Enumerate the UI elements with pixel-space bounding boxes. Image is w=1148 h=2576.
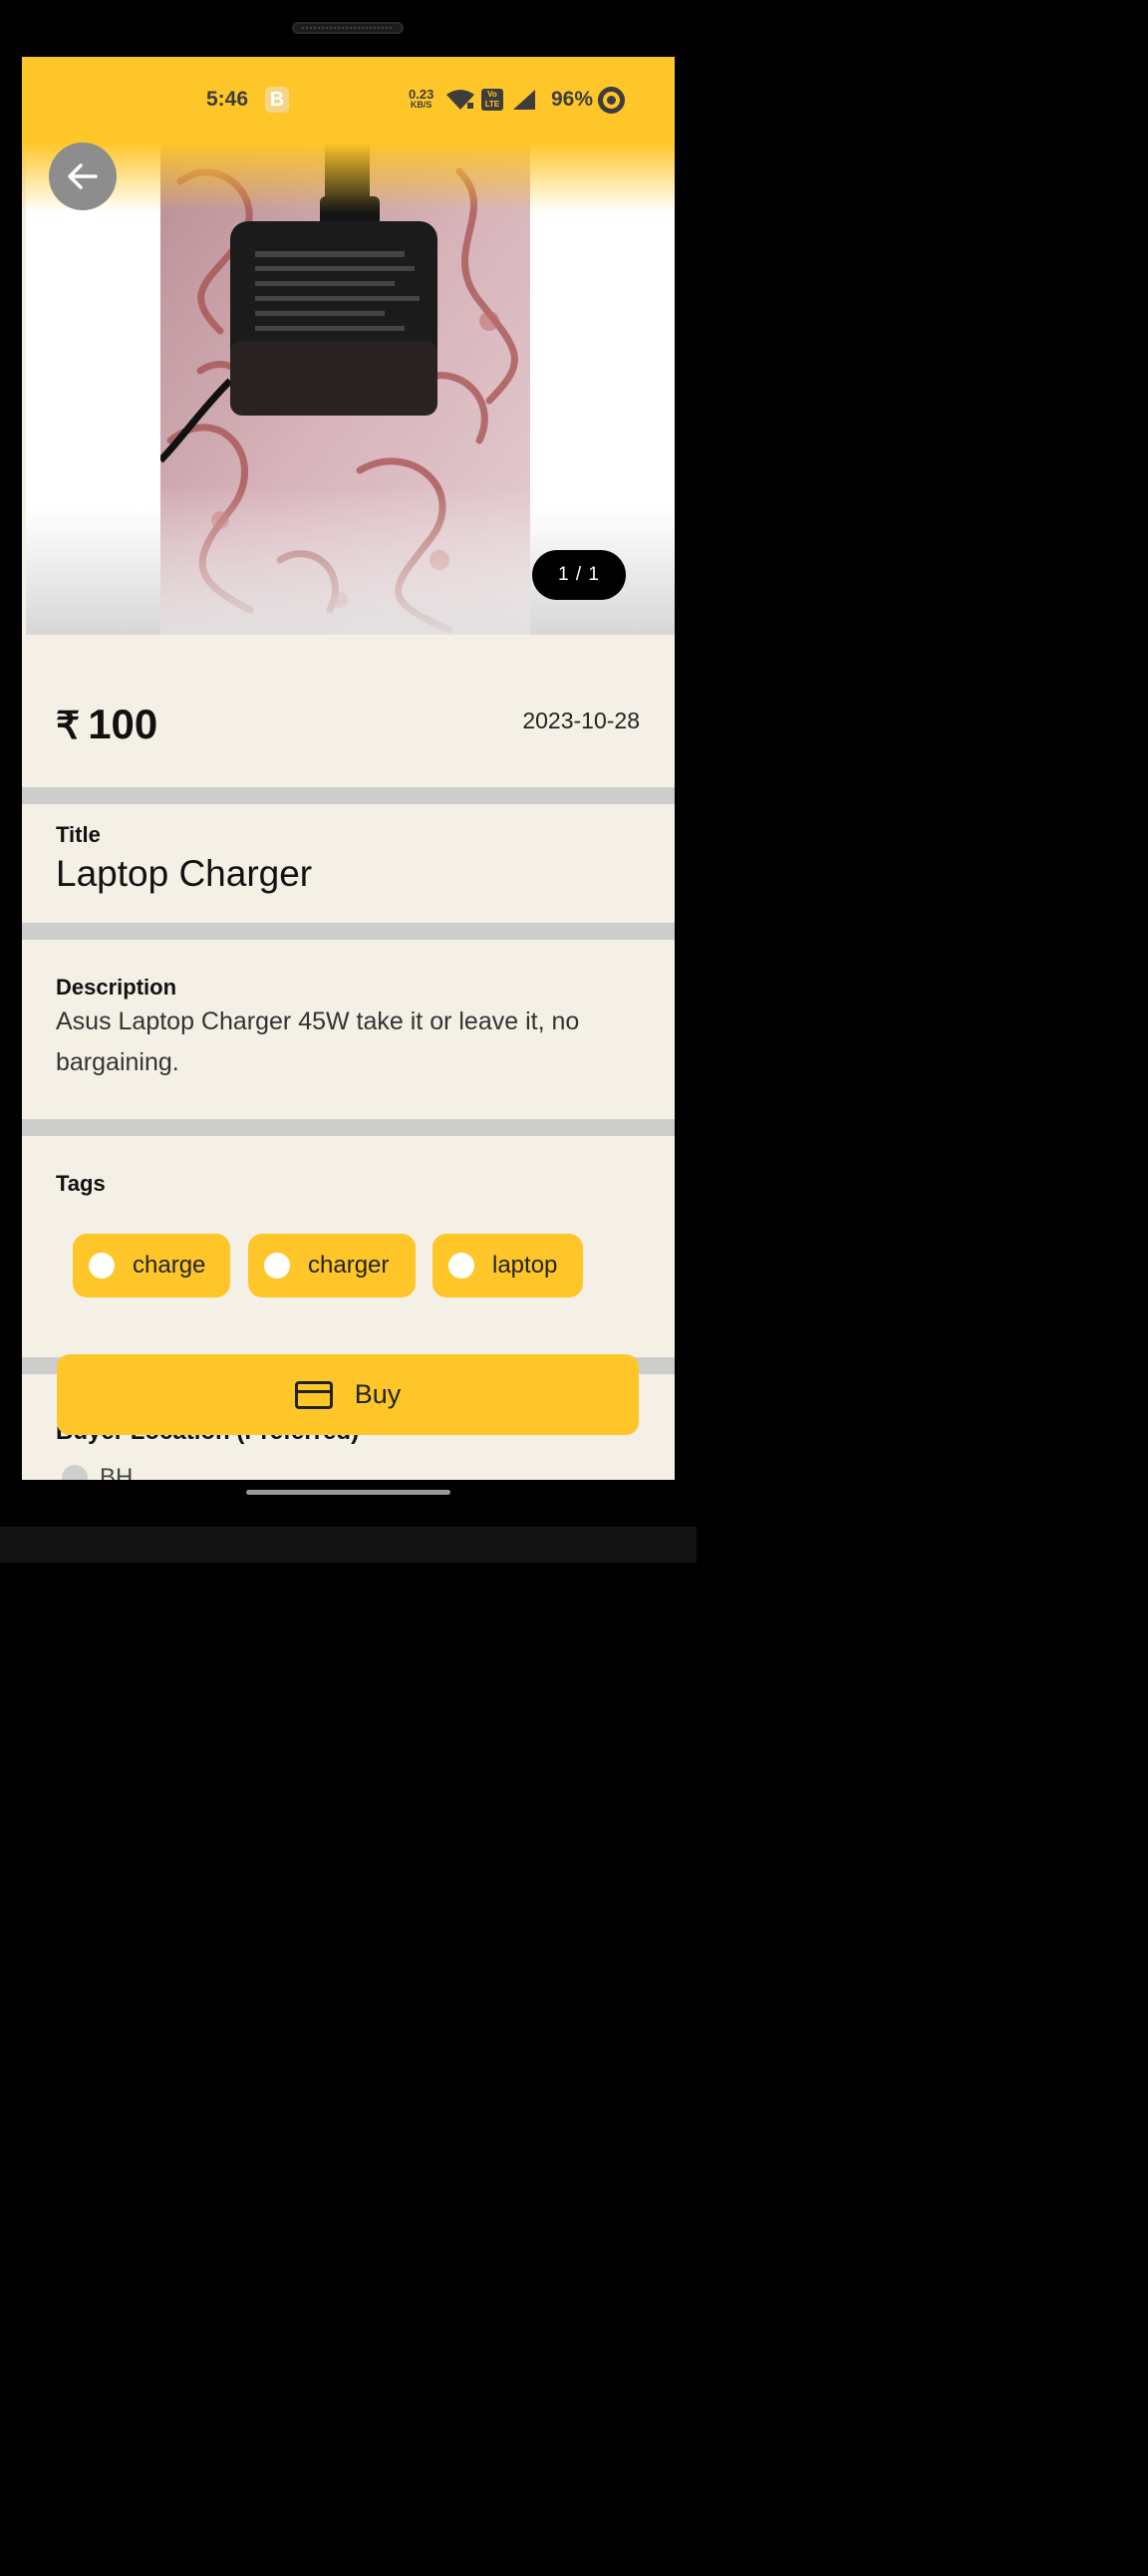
bottom-bezel	[0, 1527, 697, 1563]
network-speed: 0.23 KB/S	[409, 88, 433, 110]
back-button[interactable]	[49, 143, 117, 210]
tag-chip[interactable]: charge	[73, 1234, 230, 1297]
tag-label: charge	[133, 1252, 206, 1279]
buy-button[interactable]: Buy	[57, 1354, 639, 1435]
product-photo[interactable]	[160, 142, 530, 635]
tags-label: Tags	[56, 1171, 106, 1196]
location-value: BH	[100, 1464, 134, 1480]
description-label: Description	[56, 975, 177, 1000]
home-indicator[interactable]	[246, 1490, 450, 1495]
location-option[interactable]: BH	[62, 1464, 133, 1480]
status-time: 5:46	[206, 88, 249, 111]
buy-button-label: Buy	[354, 1379, 402, 1409]
tag-chip-dot	[448, 1253, 474, 1279]
volte-icon: Vo LTE	[481, 89, 503, 111]
divider	[22, 787, 675, 804]
speaker-grille	[292, 22, 404, 34]
status-bar: 5:46 B 0.23 KB/S Vo LTE 96%	[22, 57, 675, 143]
price-section: ₹100 2023-10-28	[22, 635, 675, 787]
price: ₹100	[56, 701, 157, 748]
location-radio[interactable]	[62, 1465, 88, 1480]
app-notification-icon: B	[265, 87, 289, 113]
credit-card-icon	[294, 1380, 333, 1409]
arrow-left-icon	[68, 163, 98, 189]
screen: 1 / 1 5:46 B 0.23 KB/S Vo LTE 96% ₹ 100 …	[22, 57, 675, 1480]
image-gallery[interactable]: 1 / 1	[26, 57, 675, 635]
divider	[22, 923, 675, 940]
divider	[22, 1119, 675, 1136]
tag-chip-dot	[264, 1253, 290, 1279]
listing-date: 2023-10-28	[522, 708, 640, 733]
network-speed-unit: KB/S	[410, 100, 432, 110]
cell-signal-icon	[513, 90, 535, 110]
tag-chip[interactable]: charger	[248, 1234, 416, 1297]
listing-title: Laptop Charger	[56, 853, 313, 894]
volte-top-text: Vo	[487, 90, 497, 99]
tag-label: charger	[308, 1252, 390, 1279]
product-photo-illustration	[160, 142, 530, 635]
listing-description: Asus Laptop Charger 45W take it or leave…	[56, 1007, 580, 1076]
tag-chip-dot	[89, 1253, 115, 1279]
battery-saver-icon	[598, 87, 625, 114]
currency-symbol: ₹	[56, 706, 81, 747]
volte-bottom-text: LTE	[484, 100, 500, 109]
price-value: 100	[88, 701, 158, 747]
tag-chip[interactable]: laptop	[432, 1234, 583, 1297]
phone-frame: 1 / 1 5:46 B 0.23 KB/S Vo LTE 96% ₹ 100 …	[0, 0, 697, 1563]
tag-label: laptop	[492, 1252, 558, 1279]
image-counter: 1 / 1	[532, 550, 626, 600]
battery-level: 96%	[551, 88, 594, 111]
title-label: Title	[56, 822, 101, 847]
wifi-icon	[446, 90, 474, 110]
